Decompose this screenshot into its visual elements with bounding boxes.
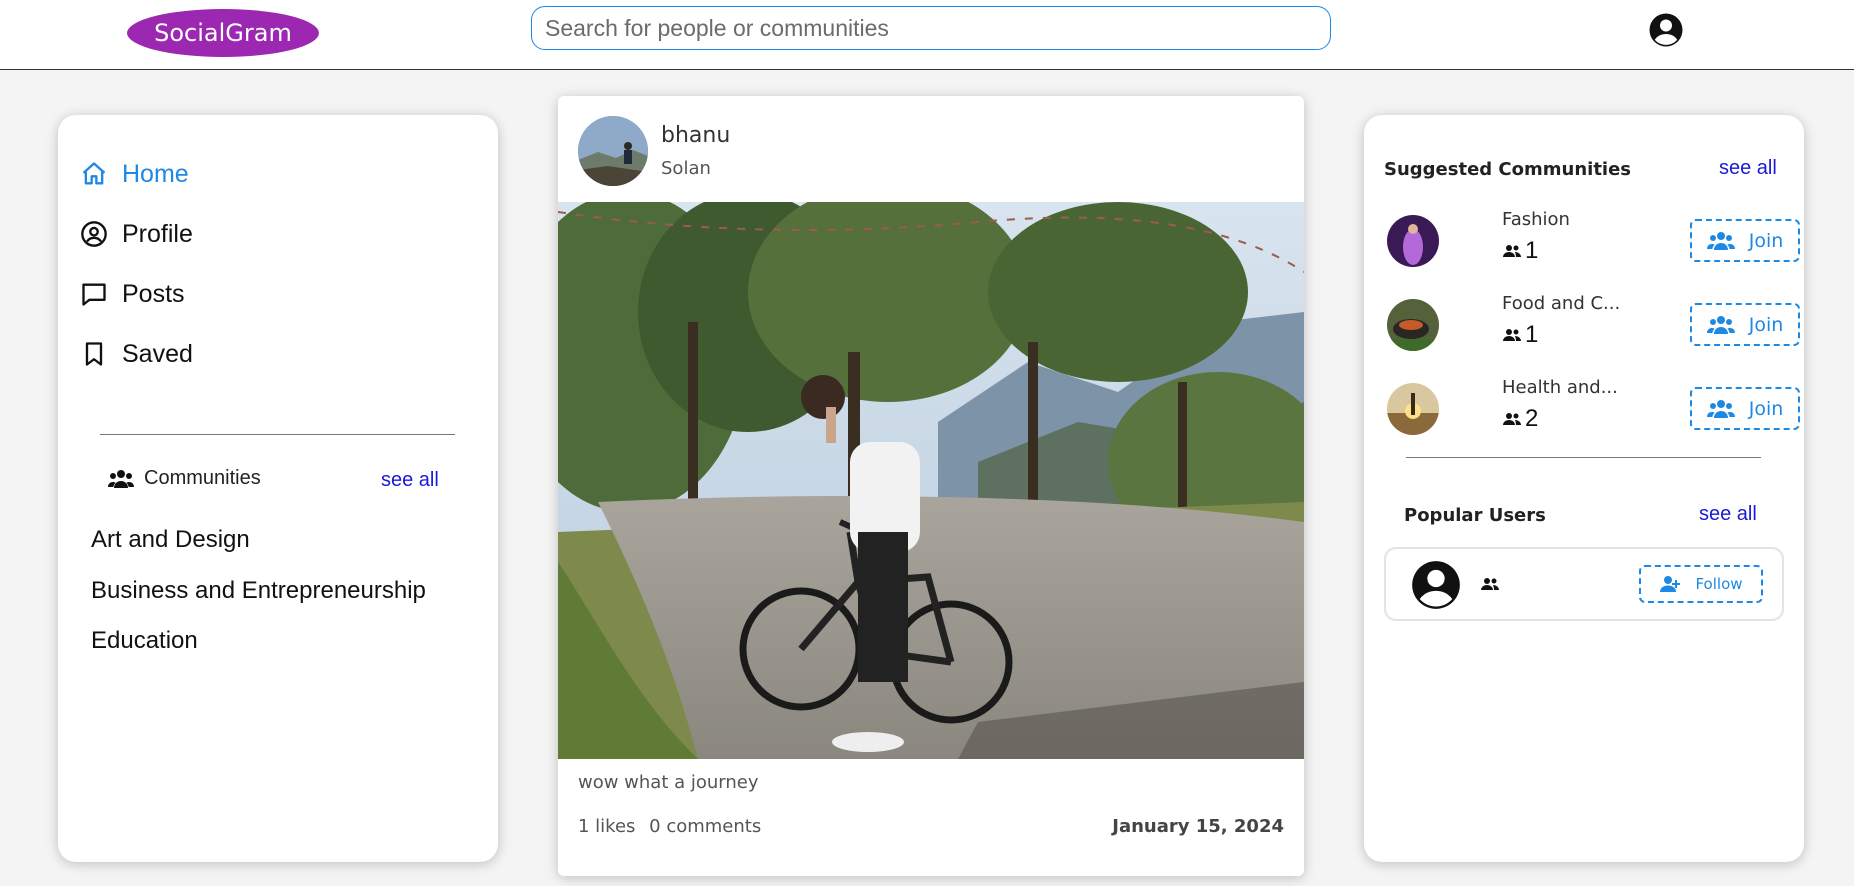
popular-users-title: Popular Users — [1404, 505, 1546, 526]
member-count: 1 — [1502, 321, 1538, 349]
right-sidebar: Suggested Communities see all Fashion 1 … — [1364, 115, 1804, 862]
group-icon — [1503, 413, 1521, 425]
top-bar: SocialGram — [0, 0, 1854, 70]
logo[interactable]: SocialGram — [127, 9, 319, 57]
post-image[interactable] — [558, 202, 1304, 759]
suggested-see-all-link[interactable]: see all — [1719, 157, 1777, 180]
communities-see-all-link[interactable]: see all — [381, 469, 439, 492]
join-label: Join — [1748, 229, 1784, 252]
join-button[interactable]: Join — [1690, 303, 1800, 346]
nav-label-posts: Posts — [122, 279, 185, 308]
community-name[interactable]: Health and... — [1502, 377, 1618, 398]
nav-item-posts[interactable]: Posts — [80, 274, 185, 314]
popular-user-card: Follow — [1384, 547, 1784, 621]
bookmark-icon — [85, 342, 103, 366]
nav-item-saved[interactable]: Saved — [80, 334, 193, 374]
chat-bubble-icon — [82, 283, 106, 306]
group-icon — [1503, 329, 1521, 341]
community-suggestion-row: Fashion 1 Join — [1384, 209, 1800, 269]
post-location: Solan — [661, 158, 711, 179]
search-input[interactable] — [531, 6, 1331, 50]
group-icon — [1481, 578, 1499, 590]
nav-label-profile: Profile — [122, 219, 193, 248]
communities-title: Communities — [144, 467, 261, 489]
community-avatar[interactable] — [1387, 383, 1439, 435]
group-icon — [1706, 399, 1735, 418]
member-count-value: 1 — [1525, 321, 1539, 348]
community-name[interactable]: Food and C... — [1502, 293, 1620, 314]
member-count-value: 1 — [1525, 237, 1539, 264]
account-circle-icon[interactable] — [1648, 12, 1684, 48]
group-icon — [108, 469, 134, 488]
member-count: 2 — [1502, 405, 1538, 433]
post-stats: 1 likes 0 comments — [578, 816, 769, 837]
post-date: January 15, 2024 — [1112, 816, 1284, 837]
post-card: bhanu Solan wow what a journey 1 likes 0… — [558, 96, 1304, 876]
group-icon — [1503, 245, 1521, 257]
comments-count[interactable]: 0 comments — [649, 816, 761, 837]
community-avatar[interactable] — [1387, 215, 1439, 267]
community-name[interactable]: Fashion — [1502, 209, 1570, 230]
join-label: Join — [1748, 313, 1784, 336]
follow-button[interactable]: Follow — [1639, 565, 1763, 603]
group-icon — [1706, 231, 1735, 250]
member-count: 1 — [1502, 237, 1538, 265]
follow-label: Follow — [1695, 575, 1743, 593]
join-button[interactable]: Join — [1690, 387, 1800, 430]
popular-see-all-link[interactable]: see all — [1699, 503, 1757, 526]
post-caption: wow what a journey — [578, 772, 759, 793]
home-icon — [82, 162, 106, 185]
community-avatar[interactable] — [1387, 299, 1439, 351]
account-circle-icon[interactable] — [1410, 559, 1462, 611]
nav-label-home: Home — [122, 159, 189, 188]
join-button[interactable]: Join — [1690, 219, 1800, 262]
group-icon — [1706, 315, 1735, 334]
account-circle-icon — [81, 221, 107, 247]
likes-count[interactable]: 1 likes — [578, 816, 635, 837]
communities-header: Communities — [108, 467, 261, 490]
nav-label-saved: Saved — [122, 339, 193, 368]
nav-item-profile[interactable]: Profile — [80, 214, 193, 254]
post-author-avatar[interactable] — [578, 116, 648, 186]
divider — [100, 434, 455, 435]
community-link[interactable]: Education — [91, 627, 198, 655]
join-label: Join — [1748, 397, 1784, 420]
member-count-value: 2 — [1525, 405, 1539, 432]
community-link[interactable]: Business and Entrepreneurship — [91, 577, 426, 605]
left-sidebar: Home Profile Posts Saved Communities see… — [58, 115, 498, 862]
person-add-icon — [1660, 576, 1681, 592]
community-suggestion-row: Food and C... 1 Join — [1384, 293, 1800, 353]
nav-item-home[interactable]: Home — [80, 154, 189, 194]
divider — [1406, 457, 1761, 458]
community-suggestion-row: Health and... 2 Join — [1384, 377, 1800, 437]
suggested-communities-title: Suggested Communities — [1384, 159, 1632, 180]
community-link[interactable]: Art and Design — [91, 526, 250, 554]
post-username[interactable]: bhanu — [661, 123, 730, 148]
